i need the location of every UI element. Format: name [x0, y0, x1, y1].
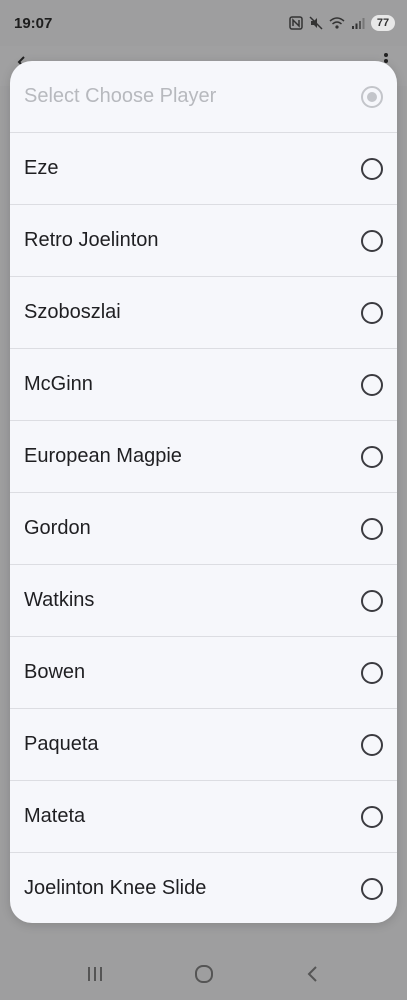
battery-icon: 77: [371, 15, 395, 31]
player-option-label: Mateta: [24, 805, 86, 827]
player-option-label: European Magpie: [24, 445, 182, 467]
radio-button[interactable]: [361, 229, 383, 252]
header-radio-icon: [361, 85, 383, 108]
player-option[interactable]: Joelinton Knee Slide: [10, 852, 397, 923]
radio-button[interactable]: [361, 301, 383, 324]
radio-button[interactable]: [361, 733, 383, 756]
radio-button[interactable]: [361, 157, 383, 180]
player-option[interactable]: Gordon: [10, 492, 397, 564]
player-option[interactable]: Mateta: [10, 780, 397, 852]
radio-button[interactable]: [361, 517, 383, 540]
player-option[interactable]: European Magpie: [10, 420, 397, 492]
player-option-label: Retro Joelinton: [24, 229, 159, 251]
choose-player-dialog: Select Choose Player Eze Retro Joelinton…: [10, 61, 397, 923]
recent-apps-icon[interactable]: [75, 954, 115, 994]
nfc-icon: [289, 16, 303, 30]
radio-button[interactable]: [361, 661, 383, 684]
system-nav-bar: [0, 947, 407, 1000]
player-option-label: McGinn: [24, 373, 93, 395]
wifi-icon: [329, 16, 345, 30]
player-option-label: Eze: [24, 157, 59, 179]
player-option-label: Paqueta: [24, 733, 99, 755]
radio-button[interactable]: [361, 805, 383, 828]
status-icons: 77: [289, 15, 395, 31]
player-option-list: Eze Retro Joelinton Szoboszlai McGinn Eu…: [10, 132, 397, 923]
radio-button[interactable]: [361, 445, 383, 468]
home-icon[interactable]: [184, 954, 224, 994]
signal-icon: [351, 16, 365, 30]
player-option[interactable]: Retro Joelinton: [10, 204, 397, 276]
player-option-label: Joelinton Knee Slide: [24, 877, 207, 899]
player-option-label: Szoboszlai: [24, 301, 121, 323]
dialog-title: Select Choose Player: [24, 85, 217, 107]
radio-button[interactable]: [361, 589, 383, 612]
dialog-header: Select Choose Player: [10, 61, 397, 132]
player-option-label: Bowen: [24, 661, 86, 683]
player-option[interactable]: Bowen: [10, 636, 397, 708]
radio-button[interactable]: [361, 373, 383, 396]
status-bar: 19:07 77: [0, 0, 407, 46]
status-time: 19:07: [14, 14, 53, 32]
player-option[interactable]: Paqueta: [10, 708, 397, 780]
player-option[interactable]: Watkins: [10, 564, 397, 636]
player-option[interactable]: McGinn: [10, 348, 397, 420]
player-option[interactable]: Szoboszlai: [10, 276, 397, 348]
back-icon[interactable]: [293, 954, 333, 994]
player-option-label: Gordon: [24, 517, 91, 539]
radio-button[interactable]: [361, 877, 383, 900]
player-option[interactable]: Eze: [10, 132, 397, 204]
player-option-label: Watkins: [24, 589, 95, 611]
mute-icon: [309, 16, 323, 30]
